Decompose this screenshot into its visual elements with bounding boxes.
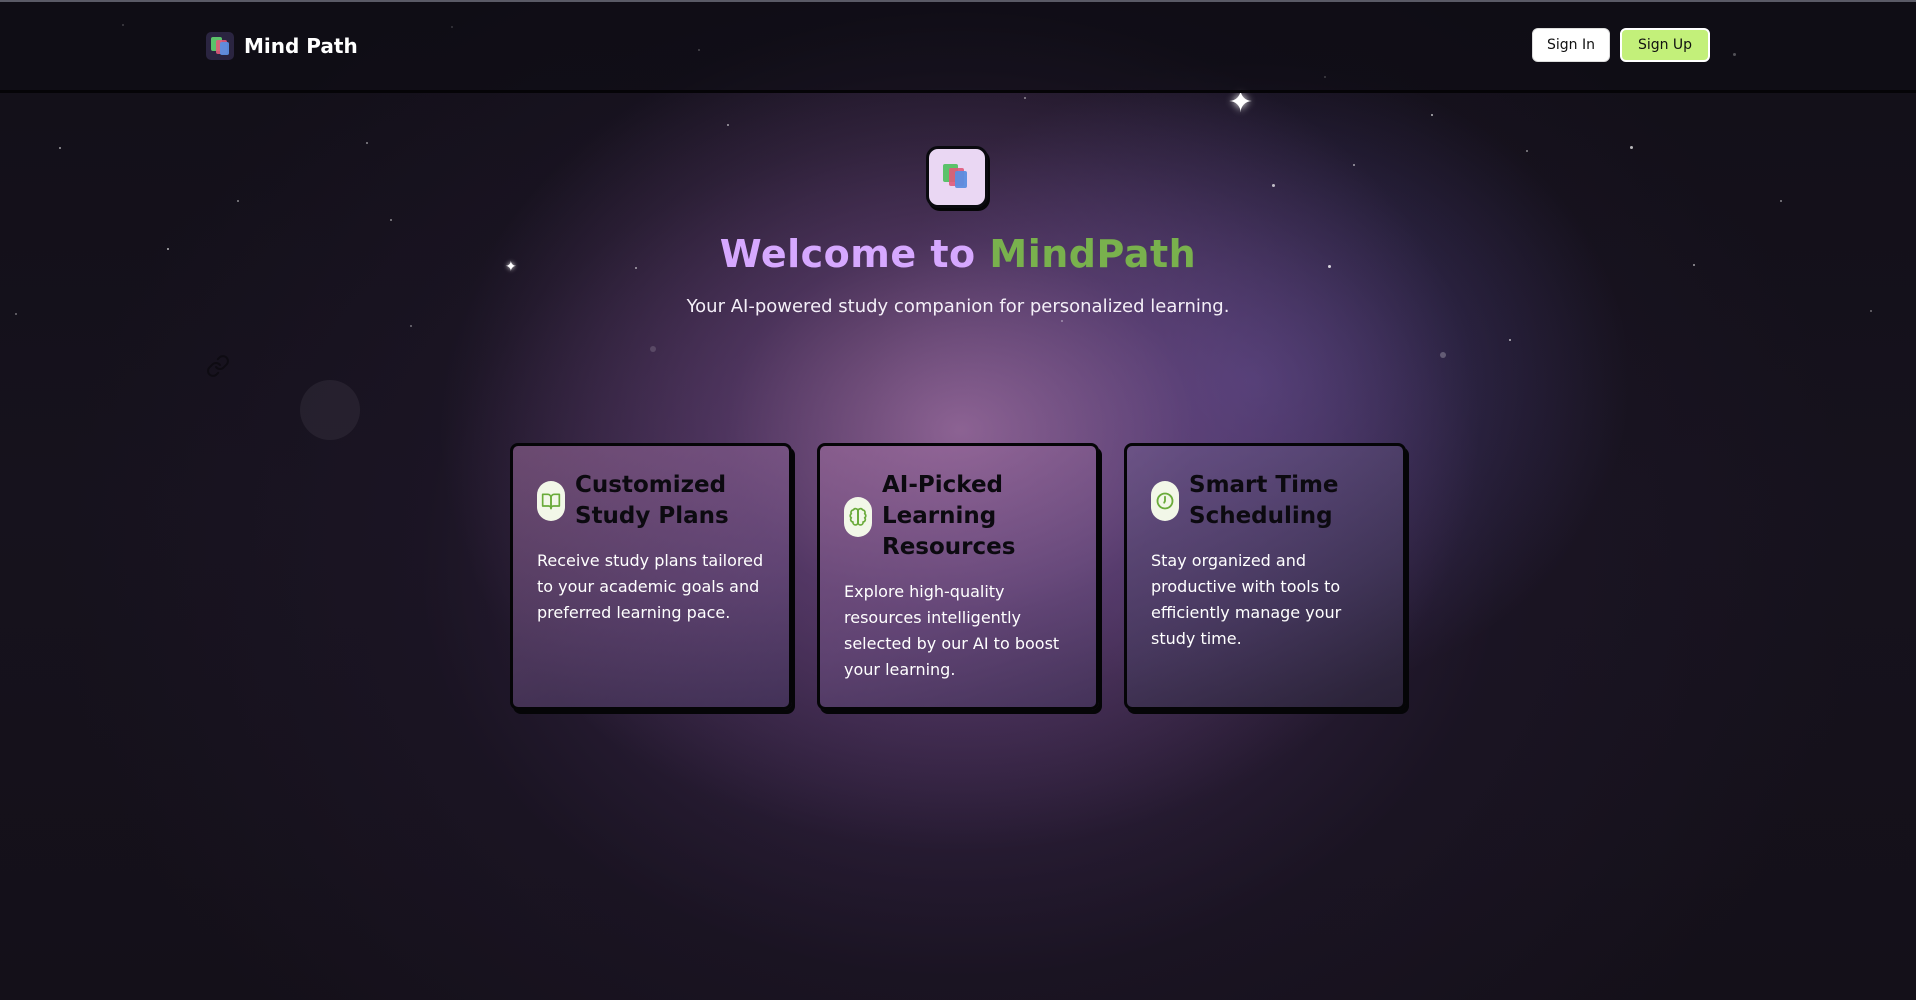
navbar: Mind Path Sign In Sign Up	[0, 2, 1916, 93]
feature-title: AI-Picked Learning Resources	[882, 472, 1016, 560]
brand-name: Mind Path	[244, 34, 358, 58]
landing-page: ✦ ✦ Mind Path Sign In Sign Up Welcome to…	[0, 0, 1916, 1000]
brand-logo-link[interactable]: Mind Path	[206, 32, 358, 60]
sign-up-button[interactable]: Sign Up	[1620, 28, 1710, 62]
glow	[300, 380, 360, 440]
star	[366, 142, 368, 144]
star	[1630, 146, 1633, 149]
mindpath-logo-icon	[206, 32, 234, 60]
star	[1440, 352, 1446, 358]
title-brand: MindPath	[989, 232, 1197, 276]
feature-description: Explore high-quality resources intellige…	[844, 582, 1060, 679]
star	[1024, 97, 1026, 99]
page-title: Welcome to MindPath	[0, 232, 1916, 276]
clock-icon	[1151, 481, 1179, 521]
link-icon[interactable]	[206, 354, 230, 378]
sign-in-button[interactable]: Sign In	[1532, 28, 1610, 62]
star	[1509, 339, 1511, 341]
star	[1061, 320, 1063, 322]
star	[390, 219, 392, 221]
star	[237, 200, 239, 202]
feature-card-learning-resources: AI-Picked Learning Resources Explore hig…	[817, 443, 1099, 710]
star	[650, 346, 656, 352]
feature-title: Smart Time Scheduling	[1189, 472, 1339, 529]
brain-icon	[844, 496, 872, 537]
star	[1780, 200, 1782, 202]
star	[410, 325, 412, 327]
feature-description: Stay organized and productive with tools…	[1151, 551, 1342, 648]
feature-description: Receive study plans tailored to your aca…	[537, 551, 764, 622]
star	[59, 147, 61, 149]
star	[1526, 150, 1528, 152]
star	[1272, 184, 1275, 187]
feature-title: Customized Study Plans	[575, 472, 729, 529]
star	[1353, 164, 1355, 166]
page-subtitle: Your AI-powered study companion for pers…	[686, 296, 1230, 317]
star	[1431, 114, 1433, 116]
star	[727, 124, 729, 126]
title-welcome: Welcome to	[719, 232, 976, 276]
feature-card-study-plans: Customized Study Plans Receive study pla…	[510, 443, 792, 710]
book-open-icon	[537, 481, 565, 521]
hero-logo-icon	[926, 146, 988, 208]
feature-card-time-scheduling: Smart Time Scheduling Stay organized and…	[1124, 443, 1406, 710]
